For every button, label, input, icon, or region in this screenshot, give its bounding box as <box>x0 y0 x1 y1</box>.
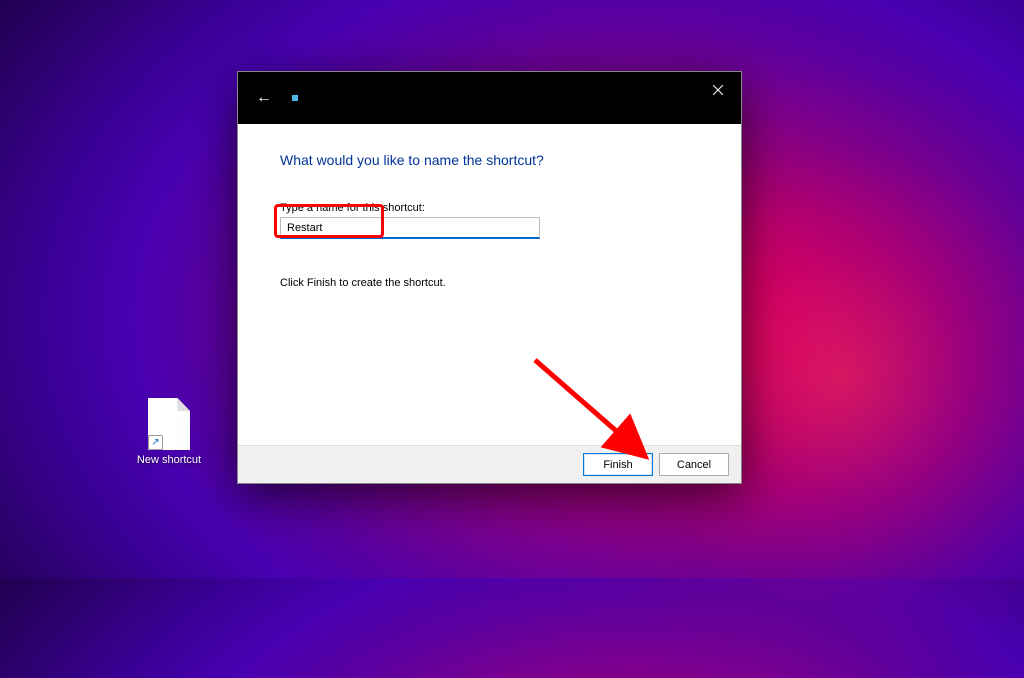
back-button[interactable]: ← <box>238 89 290 107</box>
wizard-icon <box>292 95 298 101</box>
wizard-heading: What would you like to name the shortcut… <box>280 152 699 168</box>
desktop-shortcut-label: New shortcut <box>133 454 205 467</box>
shortcut-name-input-wrap <box>280 217 540 239</box>
create-shortcut-wizard: ← What would you like to name the shortc… <box>237 71 742 484</box>
wizard-content: What would you like to name the shortcut… <box>238 124 741 445</box>
desktop-shortcut-icon[interactable]: ↗ New shortcut <box>133 398 205 467</box>
shortcut-name-label: Type a name for this shortcut: <box>280 202 699 214</box>
wizard-titlebar[interactable]: ← <box>238 72 741 124</box>
wizard-hint: Click Finish to create the shortcut. <box>280 277 699 289</box>
shortcut-overlay-arrow-icon: ↗ <box>148 435 163 450</box>
close-icon <box>713 85 723 95</box>
file-icon: ↗ <box>148 398 190 450</box>
cancel-button[interactable]: Cancel <box>659 453 729 476</box>
wizard-footer: Finish Cancel <box>238 445 741 483</box>
finish-button[interactable]: Finish <box>583 453 653 476</box>
close-button[interactable] <box>695 72 741 108</box>
shortcut-name-input[interactable] <box>280 217 540 239</box>
